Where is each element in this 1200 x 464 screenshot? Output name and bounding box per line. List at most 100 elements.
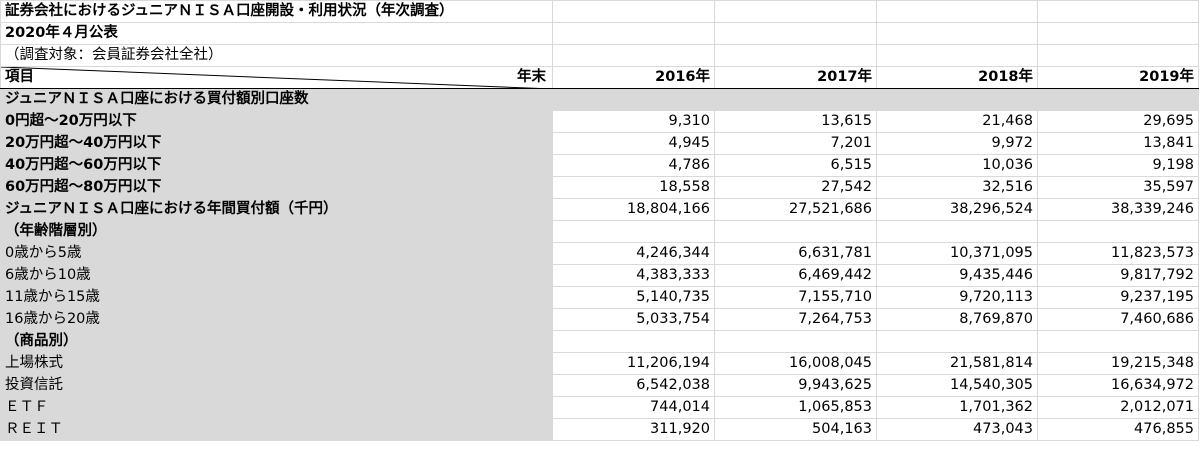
value-cell[interactable]: 13,841 bbox=[1037, 132, 1199, 155]
row-label[interactable]: 0円超～20万円以下 bbox=[0, 110, 553, 133]
value-cell[interactable]: 6,515 bbox=[714, 154, 877, 177]
value-cell[interactable]: 9,972 bbox=[876, 132, 1038, 155]
value-cell[interactable]: 13,615 bbox=[714, 110, 877, 133]
value-cell[interactable]: 7,264,753 bbox=[714, 308, 877, 331]
value-cell[interactable]: 6,542,038 bbox=[552, 374, 715, 397]
value-cell[interactable]: 19,215,348 bbox=[1037, 352, 1199, 375]
value-cell[interactable]: 7,155,710 bbox=[714, 286, 877, 309]
value-cell[interactable]: 29,695 bbox=[1037, 110, 1199, 133]
row-label[interactable]: 20万円超～40万円以下 bbox=[0, 132, 553, 155]
section-title-accounts[interactable]: ジュニアＮＩＳＡ口座における買付額別口座数 bbox=[0, 88, 553, 111]
cell[interactable] bbox=[876, 220, 1038, 243]
value-cell[interactable]: 311,920 bbox=[552, 418, 715, 441]
row-label[interactable]: 投資信託 bbox=[0, 374, 553, 397]
cell[interactable] bbox=[552, 22, 715, 45]
value-cell[interactable]: 9,435,446 bbox=[876, 264, 1038, 287]
cell[interactable] bbox=[714, 22, 877, 45]
year-header[interactable]: 2017年 bbox=[714, 66, 877, 89]
sheet-title[interactable]: 証券会社におけるジュニアＮＩＳＡ口座開設・利用状況（年次調査） bbox=[0, 0, 553, 23]
value-cell[interactable]: 35,597 bbox=[1037, 176, 1199, 199]
value-cell[interactable]: 18,558 bbox=[552, 176, 715, 199]
cell[interactable] bbox=[552, 0, 715, 23]
value-cell[interactable]: 27,542 bbox=[714, 176, 877, 199]
cell[interactable] bbox=[552, 330, 715, 353]
row-label[interactable]: 60万円超～80万円以下 bbox=[0, 176, 553, 199]
value-cell[interactable]: 27,521,686 bbox=[714, 198, 877, 221]
value-cell[interactable]: 18,804,166 bbox=[552, 198, 715, 221]
value-cell[interactable]: 1,701,362 bbox=[876, 396, 1038, 419]
value-cell[interactable]: 38,339,246 bbox=[1037, 198, 1199, 221]
cell[interactable] bbox=[1037, 330, 1199, 353]
cell[interactable] bbox=[552, 220, 715, 243]
value-cell[interactable]: 16,634,972 bbox=[1037, 374, 1199, 397]
value-cell[interactable]: 11,823,573 bbox=[1037, 242, 1199, 265]
cell[interactable] bbox=[714, 88, 877, 111]
published-date[interactable]: 2020年４月公表 bbox=[0, 22, 553, 45]
row-label[interactable]: 6歳から10歳 bbox=[0, 264, 553, 287]
cell[interactable] bbox=[1037, 22, 1199, 45]
value-cell[interactable]: 9,817,792 bbox=[1037, 264, 1199, 287]
value-cell[interactable]: 1,065,853 bbox=[714, 396, 877, 419]
row-label[interactable]: 上場株式 bbox=[0, 352, 553, 375]
cell[interactable] bbox=[552, 44, 715, 67]
cell[interactable] bbox=[714, 44, 877, 67]
value-cell[interactable]: 21,468 bbox=[876, 110, 1038, 133]
subsection-title-age[interactable]: （年齢階層別） bbox=[0, 220, 553, 243]
value-cell[interactable]: 10,371,095 bbox=[876, 242, 1038, 265]
year-header[interactable]: 2016年 bbox=[552, 66, 715, 89]
value-cell[interactable]: 9,198 bbox=[1037, 154, 1199, 177]
cell[interactable] bbox=[876, 0, 1038, 23]
value-cell[interactable]: 5,140,735 bbox=[552, 286, 715, 309]
value-cell[interactable]: 4,945 bbox=[552, 132, 715, 155]
value-cell[interactable]: 21,581,814 bbox=[876, 352, 1038, 375]
value-cell[interactable]: 11,206,194 bbox=[552, 352, 715, 375]
year-header[interactable]: 2018年 bbox=[876, 66, 1038, 89]
cell[interactable] bbox=[714, 220, 877, 243]
cell[interactable] bbox=[714, 330, 877, 353]
value-cell[interactable]: 9,943,625 bbox=[714, 374, 877, 397]
cell[interactable] bbox=[1037, 0, 1199, 23]
section-title-annual[interactable]: ジュニアＮＩＳＡ口座における年間買付額（千円） bbox=[0, 198, 553, 221]
value-cell[interactable]: 6,631,781 bbox=[714, 242, 877, 265]
value-cell[interactable]: 16,008,045 bbox=[714, 352, 877, 375]
value-cell[interactable]: 5,033,754 bbox=[552, 308, 715, 331]
value-cell[interactable]: 6,469,442 bbox=[714, 264, 877, 287]
cell[interactable] bbox=[876, 22, 1038, 45]
cell[interactable] bbox=[714, 0, 877, 23]
cell[interactable] bbox=[552, 88, 715, 111]
cell[interactable] bbox=[1037, 220, 1199, 243]
value-cell[interactable]: 476,855 bbox=[1037, 418, 1199, 441]
value-cell[interactable]: 473,043 bbox=[876, 418, 1038, 441]
row-label[interactable]: 40万円超～60万円以下 bbox=[0, 154, 553, 177]
value-cell[interactable]: 4,786 bbox=[552, 154, 715, 177]
value-cell[interactable]: 7,460,686 bbox=[1037, 308, 1199, 331]
row-label[interactable]: ＥＴＦ bbox=[0, 396, 553, 419]
survey-scope[interactable]: （調査対象：会員証券会社全社） bbox=[0, 44, 553, 67]
value-cell[interactable]: 9,310 bbox=[552, 110, 715, 133]
value-cell[interactable]: 32,516 bbox=[876, 176, 1038, 199]
year-header[interactable]: 2019年 bbox=[1037, 66, 1199, 89]
value-cell[interactable]: 8,769,870 bbox=[876, 308, 1038, 331]
cell[interactable] bbox=[876, 44, 1038, 67]
value-cell[interactable]: 9,720,113 bbox=[876, 286, 1038, 309]
value-cell[interactable]: 2,012,071 bbox=[1037, 396, 1199, 419]
cell[interactable] bbox=[1037, 88, 1199, 111]
row-label[interactable]: 16歳から20歳 bbox=[0, 308, 553, 331]
value-cell[interactable]: 7,201 bbox=[714, 132, 877, 155]
row-label[interactable]: 0歳から5歳 bbox=[0, 242, 553, 265]
cell[interactable] bbox=[876, 330, 1038, 353]
row-label[interactable]: 11歳から15歳 bbox=[0, 286, 553, 309]
header-item-cell[interactable]: 項目 年末 bbox=[0, 66, 553, 89]
value-cell[interactable]: 4,383,333 bbox=[552, 264, 715, 287]
value-cell[interactable]: 10,036 bbox=[876, 154, 1038, 177]
value-cell[interactable]: 14,540,305 bbox=[876, 374, 1038, 397]
cell[interactable] bbox=[876, 88, 1038, 111]
value-cell[interactable]: 38,296,524 bbox=[876, 198, 1038, 221]
value-cell[interactable]: 9,237,195 bbox=[1037, 286, 1199, 309]
row-label[interactable]: ＲＥＩＴ bbox=[0, 418, 553, 441]
value-cell[interactable]: 504,163 bbox=[714, 418, 877, 441]
value-cell[interactable]: 4,246,344 bbox=[552, 242, 715, 265]
cell[interactable] bbox=[1037, 44, 1199, 67]
subsection-title-product[interactable]: （商品別） bbox=[0, 330, 553, 353]
value-cell[interactable]: 744,014 bbox=[552, 396, 715, 419]
